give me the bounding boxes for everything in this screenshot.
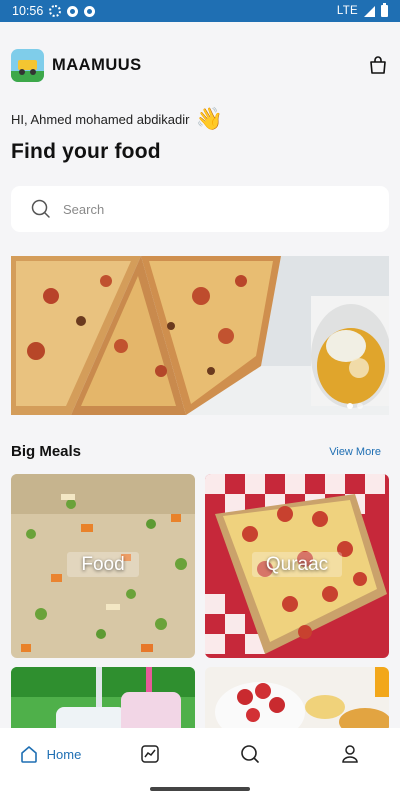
shopping-bag-icon [370, 56, 386, 74]
status-bar: 10:56 LTE [0, 0, 400, 22]
waving-hand-emoji: 👋 [195, 106, 223, 131]
settings-notification-icon [49, 5, 62, 17]
section-title: Big Meals [11, 443, 82, 460]
card-label: Food [67, 552, 139, 577]
home-icon [20, 746, 37, 763]
category-card-food[interactable]: Food [11, 474, 195, 658]
network-type: LTE [336, 5, 358, 17]
category-card-breakfast[interactable] [205, 667, 389, 737]
drinks-image [11, 667, 195, 737]
nav-profile[interactable] [300, 728, 400, 780]
search-input[interactable] [63, 201, 343, 217]
bottom-navigation: Home [0, 728, 400, 780]
signal-icon [364, 5, 375, 17]
card-label: Quraac [251, 552, 343, 577]
cart-button[interactable] [367, 54, 389, 76]
carousel-dot[interactable] [347, 403, 353, 409]
chart-icon [141, 745, 159, 763]
profile-icon [342, 745, 358, 763]
soccer-notification-icon [67, 5, 79, 17]
pizza-banner-image [11, 256, 389, 415]
page-title: Find your food [11, 140, 161, 163]
carousel-dot[interactable] [357, 403, 363, 409]
category-card-drinks[interactable] [11, 667, 195, 737]
search-icon [241, 745, 259, 763]
battery-icon [381, 3, 388, 17]
breakfast-image [205, 667, 389, 737]
nav-home-label: Home [46, 746, 82, 762]
search-icon [31, 199, 50, 218]
greeting-text: HI, Ahmed mohamed abdikadir [11, 111, 190, 127]
nav-activity[interactable] [100, 728, 200, 780]
gesture-handle[interactable] [150, 787, 250, 791]
greeting: HI, Ahmed mohamed abdikadir 👋 [11, 108, 223, 130]
brand-name: MAAMUUS [52, 55, 142, 74]
category-card-quraac[interactable]: Quraac [205, 474, 389, 658]
view-more-link[interactable]: View More [329, 446, 381, 458]
app-header: MAAMUUS [11, 48, 389, 82]
search-bar[interactable] [11, 186, 389, 232]
nav-home[interactable]: Home [0, 728, 100, 780]
carousel-indicator [347, 403, 363, 409]
promo-banner[interactable] [11, 256, 389, 415]
nav-search[interactable] [200, 728, 300, 780]
app-logo [11, 48, 44, 82]
soccer-notification-icon-2 [84, 5, 96, 17]
status-time: 10:56 [12, 4, 44, 18]
